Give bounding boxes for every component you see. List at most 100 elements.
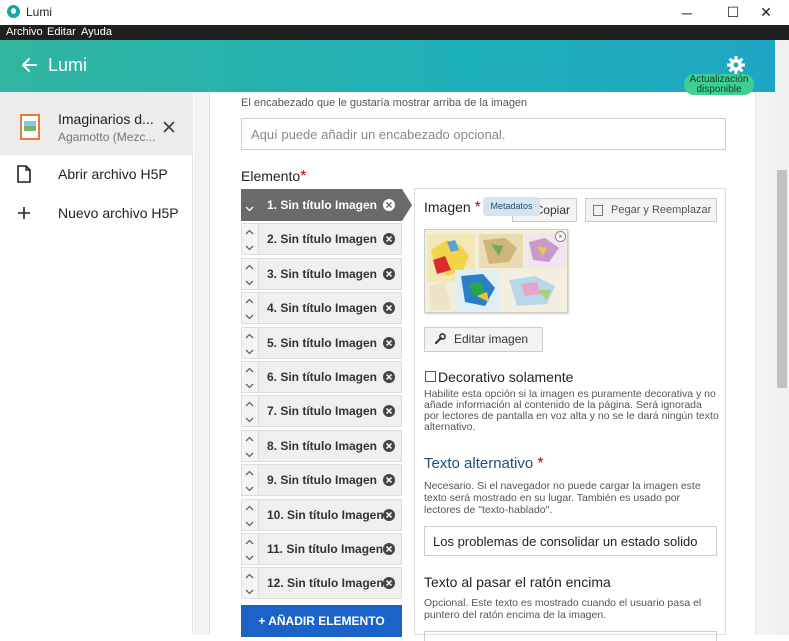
remove-element-icon[interactable]	[382, 336, 396, 350]
reorder-handle[interactable]	[241, 292, 258, 324]
remove-element-icon[interactable]	[382, 301, 396, 315]
move-down-icon[interactable]	[245, 553, 254, 562]
reorder-handle[interactable]	[241, 499, 258, 531]
remove-element-icon[interactable]	[382, 473, 396, 487]
move-down-icon[interactable]	[245, 347, 254, 356]
remove-element-icon[interactable]	[382, 439, 396, 453]
paste-replace-button[interactable]: Pegar y Reemplazar	[585, 198, 717, 222]
element-row-body[interactable]: 2. Sin título Imagen	[258, 223, 402, 255]
image-label: Imagen	[424, 199, 471, 215]
clipboard-icon	[593, 205, 603, 216]
move-up-icon[interactable]	[245, 366, 254, 375]
decorative-checkbox[interactable]	[425, 371, 436, 382]
element-row[interactable]: 2. Sin título Imagen	[241, 223, 402, 255]
sidebar-open-h5p[interactable]: Abrir archivo H5P	[0, 155, 193, 193]
move-down-icon[interactable]	[245, 519, 254, 528]
element-row-body[interactable]: 8. Sin título Imagen	[258, 430, 402, 462]
reorder-handle[interactable]	[241, 567, 258, 599]
header-text-input[interactable]: Aquí puede añadir un encabezado opcional…	[241, 118, 726, 150]
image-thumbnail[interactable]	[424, 229, 568, 313]
element-row[interactable]: 12. Sin título Imagen	[241, 567, 402, 599]
move-up-icon[interactable]	[245, 400, 254, 409]
move-up-icon[interactable]	[245, 297, 254, 306]
element-row-body[interactable]: 4. Sin título Imagen	[258, 292, 402, 324]
reorder-handle[interactable]	[241, 189, 258, 221]
element-row-body[interactable]: 7. Sin título Imagen	[258, 395, 402, 427]
alt-text-input[interactable]: Los problemas de consolidar un estado so…	[424, 526, 717, 556]
remove-element-icon[interactable]	[382, 508, 396, 522]
move-down-icon[interactable]	[245, 484, 254, 493]
sidebar: Imaginarios d... Agamotto (Mezc... Abrir…	[0, 92, 193, 635]
minimize-button[interactable]: ─	[664, 0, 710, 25]
element-row[interactable]: 5. Sin título Imagen	[241, 327, 402, 359]
reorder-handle[interactable]	[241, 430, 258, 462]
add-element-button[interactable]: + AÑADIR ELEMENTO	[241, 605, 402, 637]
move-up-icon[interactable]	[245, 263, 254, 272]
element-row[interactable]: 3. Sin título Imagen	[241, 258, 402, 290]
element-row[interactable]: 9. Sin título Imagen	[241, 464, 402, 496]
decorative-description: Habilite esta opción si la imagen es pur…	[424, 388, 719, 433]
element-row-body[interactable]: 1. Sin título Imagen	[258, 189, 402, 221]
element-row-body[interactable]: 12. Sin título Imagen	[258, 567, 402, 599]
remove-element-icon[interactable]	[382, 404, 396, 418]
move-down-icon[interactable]	[245, 243, 254, 252]
element-row-body[interactable]: 10. Sin título Imagen	[258, 499, 402, 531]
move-up-icon[interactable]	[245, 504, 254, 513]
remove-element-icon[interactable]	[382, 370, 396, 384]
close-window-button[interactable]: ✕	[743, 0, 789, 25]
element-row[interactable]: 7. Sin título Imagen	[241, 395, 402, 427]
required-marker: *	[474, 199, 481, 216]
update-available-badge[interactable]: Actualización disponible	[684, 74, 754, 95]
reorder-handle[interactable]	[241, 327, 258, 359]
reorder-handle[interactable]	[241, 395, 258, 427]
element-row[interactable]: 4. Sin título Imagen	[241, 292, 402, 324]
remove-element-icon[interactable]	[382, 232, 396, 246]
reorder-handle[interactable]	[241, 533, 258, 565]
back-arrow-icon[interactable]	[20, 55, 40, 75]
element-row-body[interactable]: 3. Sin título Imagen	[258, 258, 402, 290]
move-up-icon[interactable]	[245, 538, 254, 547]
element-row[interactable]: 11. Sin título Imagen	[241, 533, 402, 565]
move-down-icon[interactable]	[245, 587, 254, 596]
remove-element-icon[interactable]	[382, 576, 396, 590]
element-row-body[interactable]: 6. Sin título Imagen	[258, 361, 402, 393]
metadata-button[interactable]: Metadatos	[483, 197, 540, 216]
move-up-icon[interactable]	[245, 332, 254, 341]
move-down-icon[interactable]	[245, 450, 254, 459]
move-down-icon[interactable]	[245, 204, 254, 213]
remove-element-icon[interactable]	[382, 267, 396, 281]
menu-archivo[interactable]: Archivo	[6, 26, 43, 38]
move-down-icon[interactable]	[245, 312, 254, 321]
remove-image-button[interactable]: ×	[555, 231, 566, 242]
move-down-icon[interactable]	[245, 415, 254, 424]
element-row-body[interactable]: 9. Sin título Imagen	[258, 464, 402, 496]
menu-editar[interactable]: Editar	[47, 26, 76, 38]
element-label: 10. Sin título Imagen	[267, 508, 384, 522]
element-row[interactable]: 8. Sin título Imagen	[241, 430, 402, 462]
remove-element-icon[interactable]	[382, 198, 396, 212]
move-up-icon[interactable]	[245, 469, 254, 478]
hover-text-input[interactable]	[424, 631, 717, 641]
scrollbar-thumb[interactable]	[777, 170, 787, 388]
move-up-icon[interactable]	[245, 228, 254, 237]
close-file-icon[interactable]	[160, 118, 178, 136]
reorder-handle[interactable]	[241, 223, 258, 255]
menu-ayuda[interactable]: Ayuda	[81, 26, 112, 38]
element-row[interactable]: 10. Sin título Imagen	[241, 499, 402, 531]
gear-icon[interactable]	[726, 55, 746, 75]
element-row-body[interactable]: 11. Sin título Imagen	[258, 533, 402, 565]
move-down-icon[interactable]	[245, 278, 254, 287]
reorder-handle[interactable]	[241, 258, 258, 290]
sidebar-new-h5p[interactable]: Nuevo archivo H5P	[0, 194, 193, 232]
element-row-body[interactable]: 5. Sin título Imagen	[258, 327, 402, 359]
reorder-handle[interactable]	[241, 464, 258, 496]
move-up-icon[interactable]	[245, 435, 254, 444]
remove-element-icon[interactable]	[382, 542, 396, 556]
reorder-handle[interactable]	[241, 361, 258, 393]
move-up-icon[interactable]	[245, 572, 254, 581]
element-row[interactable]: 1. Sin título Imagen	[241, 189, 412, 221]
element-label: 1. Sin título Imagen	[267, 198, 378, 212]
sidebar-open-file[interactable]: Imaginarios d... Agamotto (Mezc...	[0, 92, 193, 155]
move-down-icon[interactable]	[245, 381, 254, 390]
element-row[interactable]: 6. Sin título Imagen	[241, 361, 402, 393]
